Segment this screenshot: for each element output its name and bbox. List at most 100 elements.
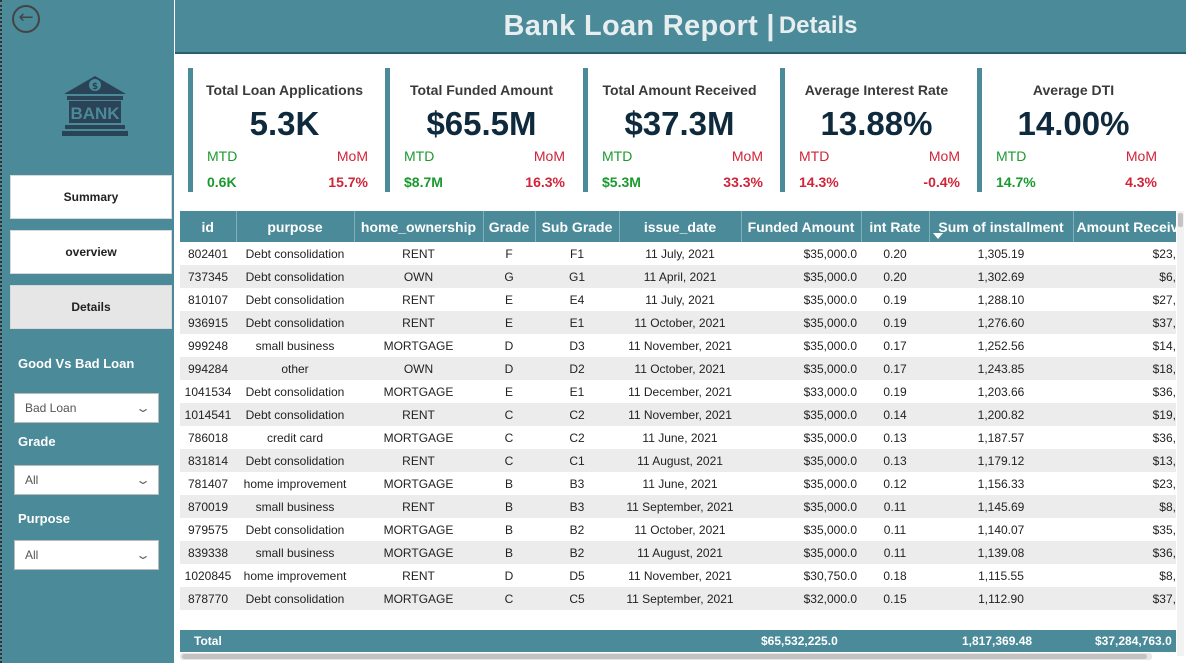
cell-issue-date: 11 November, 2021	[619, 403, 741, 426]
cell-amount-received: $23,396.0	[1073, 242, 1176, 265]
cell-sub-grade: E1	[535, 311, 619, 334]
column-header-id[interactable]: id	[180, 211, 237, 242]
cell-funded-amount: $35,000.0	[741, 242, 861, 265]
table-row[interactable]: 839338 small business MORTGAGE B B2 11 August…	[180, 541, 1176, 564]
grade-filter-label: Grade	[18, 434, 56, 449]
mom-value: 33.3%	[723, 174, 763, 190]
column-header-amount-received[interactable]: Amount Received	[1073, 211, 1176, 242]
table-row[interactable]: 831814 Debt consolidation RENT C C1 11 August…	[180, 449, 1176, 472]
cell-grade: C	[483, 403, 535, 426]
cell-installment: 1,187.57	[929, 426, 1073, 449]
kpi-card-interest-rate: Average Interest Rate 13.88% MTD MoM 14.…	[780, 68, 968, 192]
nav-details-button[interactable]: Details	[10, 285, 172, 329]
cell-grade: D	[483, 334, 535, 357]
table-row[interactable]: 1014541 Debt consolidation RENT C C2 11 Novem…	[180, 403, 1176, 426]
cell-installment: 1,139.08	[929, 541, 1073, 564]
chevron-down-icon: ⌄	[134, 548, 152, 562]
cell-amount-received: $14,102.0	[1073, 334, 1176, 357]
cell-funded-amount: $35,000.0	[741, 311, 861, 334]
cell-installment: 1,140.07	[929, 518, 1073, 541]
purpose-dropdown[interactable]: All ⌄	[14, 540, 159, 570]
total-installment: 1,817,369.48	[962, 634, 1033, 648]
page-subtitle: Details	[778, 12, 858, 39]
cell-int-rate: 0.13	[861, 449, 929, 472]
table-row[interactable]: 810107 Debt consolidation RENT E E4 11 July, …	[180, 288, 1176, 311]
table-row[interactable]: 936915 Debt consolidation RENT E E1 11 Octobe…	[180, 311, 1176, 334]
cell-installment: 1,156.33	[929, 472, 1073, 495]
nav-summary-button[interactable]: Summary	[10, 175, 172, 219]
table-row[interactable]: 737345 Debt consolidation OWN G G1 11 April, …	[180, 265, 1176, 288]
cell-sub-grade: D5	[535, 564, 619, 587]
column-header-int-rate[interactable]: int Rate	[861, 211, 930, 242]
chevron-down-icon: ⌄	[134, 473, 152, 487]
cell-grade: C	[483, 426, 535, 449]
cell-sub-grade: D2	[535, 357, 619, 380]
cell-issue-date: 11 August, 2021	[619, 541, 741, 564]
table-row[interactable]: 994284 other OWN D D2 11 October, 2021 $35,000…	[180, 357, 1176, 380]
cell-issue-date: 11 September, 2021	[619, 587, 741, 610]
total-funded-amount: $65,532,225.0	[761, 634, 838, 648]
table-row[interactable]: 781407 home improvement MORTGAGE B B3 11 June…	[180, 472, 1176, 495]
table-row[interactable]: 802401 Debt consolidation RENT F F1 11 July, …	[180, 242, 1176, 265]
table-row[interactable]: 870019 small business RENT B B3 11 September,…	[180, 495, 1176, 518]
mtd-value: 14.7%	[996, 174, 1036, 190]
cell-int-rate: 0.19	[861, 380, 929, 403]
cell-installment: 1,302.69	[929, 265, 1073, 288]
cell-purpose: home improvement	[236, 564, 354, 587]
cell-grade: C	[483, 449, 535, 472]
loan-details-table[interactable]: id purpose home_ownership Grade Sub Grad…	[180, 211, 1176, 651]
nav-overview-button[interactable]: overview	[10, 230, 172, 274]
mtd-label: MTD	[996, 148, 1027, 164]
kpi-card-amount-received: Total Amount Received $37.3M MTD MoM $5.…	[583, 68, 771, 192]
cell-sub-grade: G1	[535, 265, 619, 288]
kpi-title: Average DTI	[1032, 82, 1115, 98]
page-header: Bank Loan Report | Details	[175, 0, 1186, 54]
mtd-value: 14.3%	[799, 174, 839, 190]
cell-issue-date: 11 June, 2021	[619, 426, 741, 449]
cell-int-rate: 0.17	[861, 334, 929, 357]
cell-funded-amount: $32,000.0	[741, 587, 861, 610]
table-row[interactable]: 878770 Debt consolidation MORTGAGE C C5 11 Se…	[180, 587, 1176, 610]
grade-dropdown[interactable]: All ⌄	[14, 465, 159, 495]
column-header-home-ownership[interactable]: home_ownership	[354, 211, 484, 242]
cell-installment: 1,179.12	[929, 449, 1073, 472]
horizontal-scroll-thumb[interactable]	[182, 654, 1147, 659]
cell-id: 1020845	[180, 564, 236, 587]
cell-issue-date: 11 November, 2021	[619, 564, 741, 587]
cell-id: 831814	[180, 449, 236, 472]
column-header-issue-date[interactable]: issue_date	[619, 211, 742, 242]
cell-sub-grade: C5	[535, 587, 619, 610]
cell-amount-received: $37,414.0	[1073, 311, 1176, 334]
mom-label: MoM	[336, 148, 368, 164]
cell-amount-received: $23,851.0	[1073, 472, 1176, 495]
cell-int-rate: 0.19	[861, 288, 929, 311]
sidebar: ← $ BANK Summary overview Details Good V…	[0, 0, 174, 663]
column-header-grade[interactable]: Grade	[483, 211, 536, 242]
vertical-scroll-thumb[interactable]	[1178, 213, 1183, 227]
cell-home-ownership: MORTGAGE	[354, 587, 483, 610]
sort-descending-icon[interactable]	[933, 233, 943, 239]
table-row[interactable]: 979575 Debt consolidation MORTGAGE B B2 11 Oc…	[180, 518, 1176, 541]
column-header-sum-of-installment[interactable]: Sum of installment	[929, 211, 1074, 242]
cell-amount-received: $35,866.0	[1073, 518, 1176, 541]
kpi-value: $37.3M	[624, 105, 735, 142]
vertical-scrollbar[interactable]	[1177, 211, 1184, 656]
table-row[interactable]: 786018 credit card MORTGAGE C C2 11 June, 202…	[180, 426, 1176, 449]
horizontal-scrollbar[interactable]	[180, 653, 1152, 660]
cell-home-ownership: MORTGAGE	[354, 472, 483, 495]
loan-quality-dropdown[interactable]: Bad Loan ⌄	[14, 393, 159, 423]
table-row[interactable]: 1020845 home improvement RENT D D5 11 Novembe…	[180, 564, 1176, 587]
back-arrow-icon[interactable]: ←	[12, 5, 40, 33]
column-header-purpose[interactable]: purpose	[236, 211, 355, 242]
cell-amount-received: $13,317.0	[1073, 449, 1176, 472]
column-header-funded-amount[interactable]: Funded Amount	[741, 211, 862, 242]
cell-funded-amount: $30,750.0	[741, 564, 861, 587]
kpi-title: Total Funded Amount	[409, 82, 554, 98]
cell-sub-grade: B2	[535, 541, 619, 564]
column-header-sub-grade[interactable]: Sub Grade	[535, 211, 620, 242]
cell-amount-received: $6,457.0	[1073, 265, 1176, 288]
table-row[interactable]: 1041534 Debt consolidation MORTGAGE E E1 11 D…	[180, 380, 1176, 403]
cell-issue-date: 11 December, 2021	[619, 380, 741, 403]
bank-building-icon: $ BANK	[62, 76, 128, 136]
table-row[interactable]: 999248 small business MORTGAGE D D3 11 Novemb…	[180, 334, 1176, 357]
